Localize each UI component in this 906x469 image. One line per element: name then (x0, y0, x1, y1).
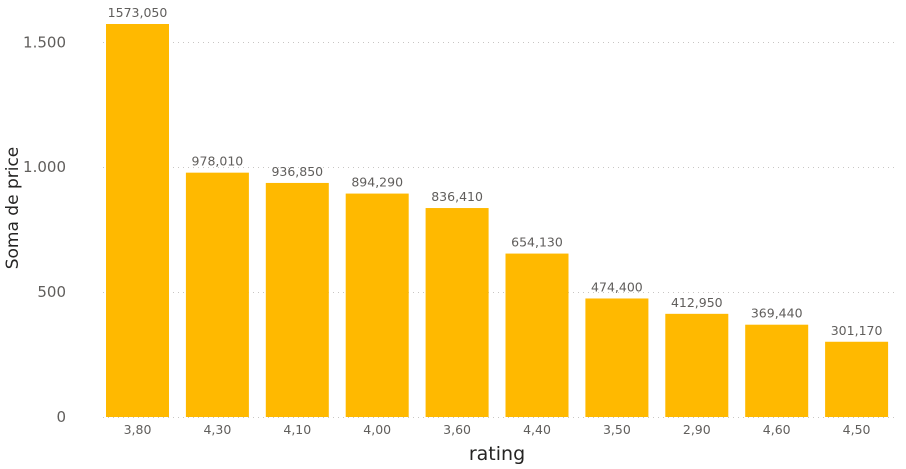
x-tick-label: 3,50 (603, 422, 631, 437)
x-tick-label: 3,60 (443, 422, 471, 437)
bars (106, 24, 889, 417)
data-label: 836,410 (431, 189, 483, 204)
bar[interactable] (185, 172, 249, 417)
y-tick-label: 500 (37, 283, 66, 301)
x-tick-label: 2,90 (683, 422, 711, 437)
y-axis-ticks: 0 500 1.000 1.500 (23, 33, 66, 426)
data-label: 894,290 (351, 175, 403, 190)
x-tick-label: 4,50 (843, 422, 871, 437)
x-tick-label: 4,10 (283, 422, 311, 437)
bar[interactable] (585, 298, 649, 417)
x-tick-label: 4,30 (203, 422, 231, 437)
bar[interactable] (505, 253, 569, 417)
data-label: 654,130 (511, 235, 563, 250)
x-axis-ticks: 3,80 4,30 4,10 4,00 3,60 4,40 3,50 2,90 4,60 4,50 (124, 422, 871, 437)
data-label: 1573,050 (108, 5, 168, 20)
x-tick-label: 4,40 (523, 422, 551, 437)
x-tick-label: 4,60 (763, 422, 791, 437)
data-label: 301,170 (831, 323, 883, 338)
chart-canvas: 0 500 1.000 1.500 1573,050 978,010 936,850 894… (3, 5, 897, 465)
bar[interactable] (745, 324, 809, 417)
y-tick-label: 0 (56, 408, 66, 426)
data-label: 412,950 (671, 295, 723, 310)
bar[interactable] (265, 182, 329, 417)
y-axis-title: Soma de price (3, 147, 23, 270)
bar[interactable] (106, 24, 169, 417)
y-tick-label: 1.500 (23, 33, 66, 51)
x-tick-label: 3,80 (124, 422, 152, 437)
bar[interactable] (345, 193, 409, 417)
data-label: 369,440 (751, 306, 803, 321)
bar-chart: 0 500 1.000 1.500 1573,050 978,010 936,850 894… (0, 0, 906, 465)
bar[interactable] (665, 313, 729, 417)
x-tick-label: 4,00 (363, 422, 391, 437)
bar[interactable] (825, 341, 889, 417)
bar[interactable] (425, 208, 489, 417)
data-label: 474,400 (591, 279, 643, 294)
data-label: 936,850 (271, 164, 323, 179)
data-label: 978,010 (192, 154, 244, 169)
x-axis-title: rating (469, 443, 525, 465)
y-tick-label: 1.000 (23, 158, 66, 176)
